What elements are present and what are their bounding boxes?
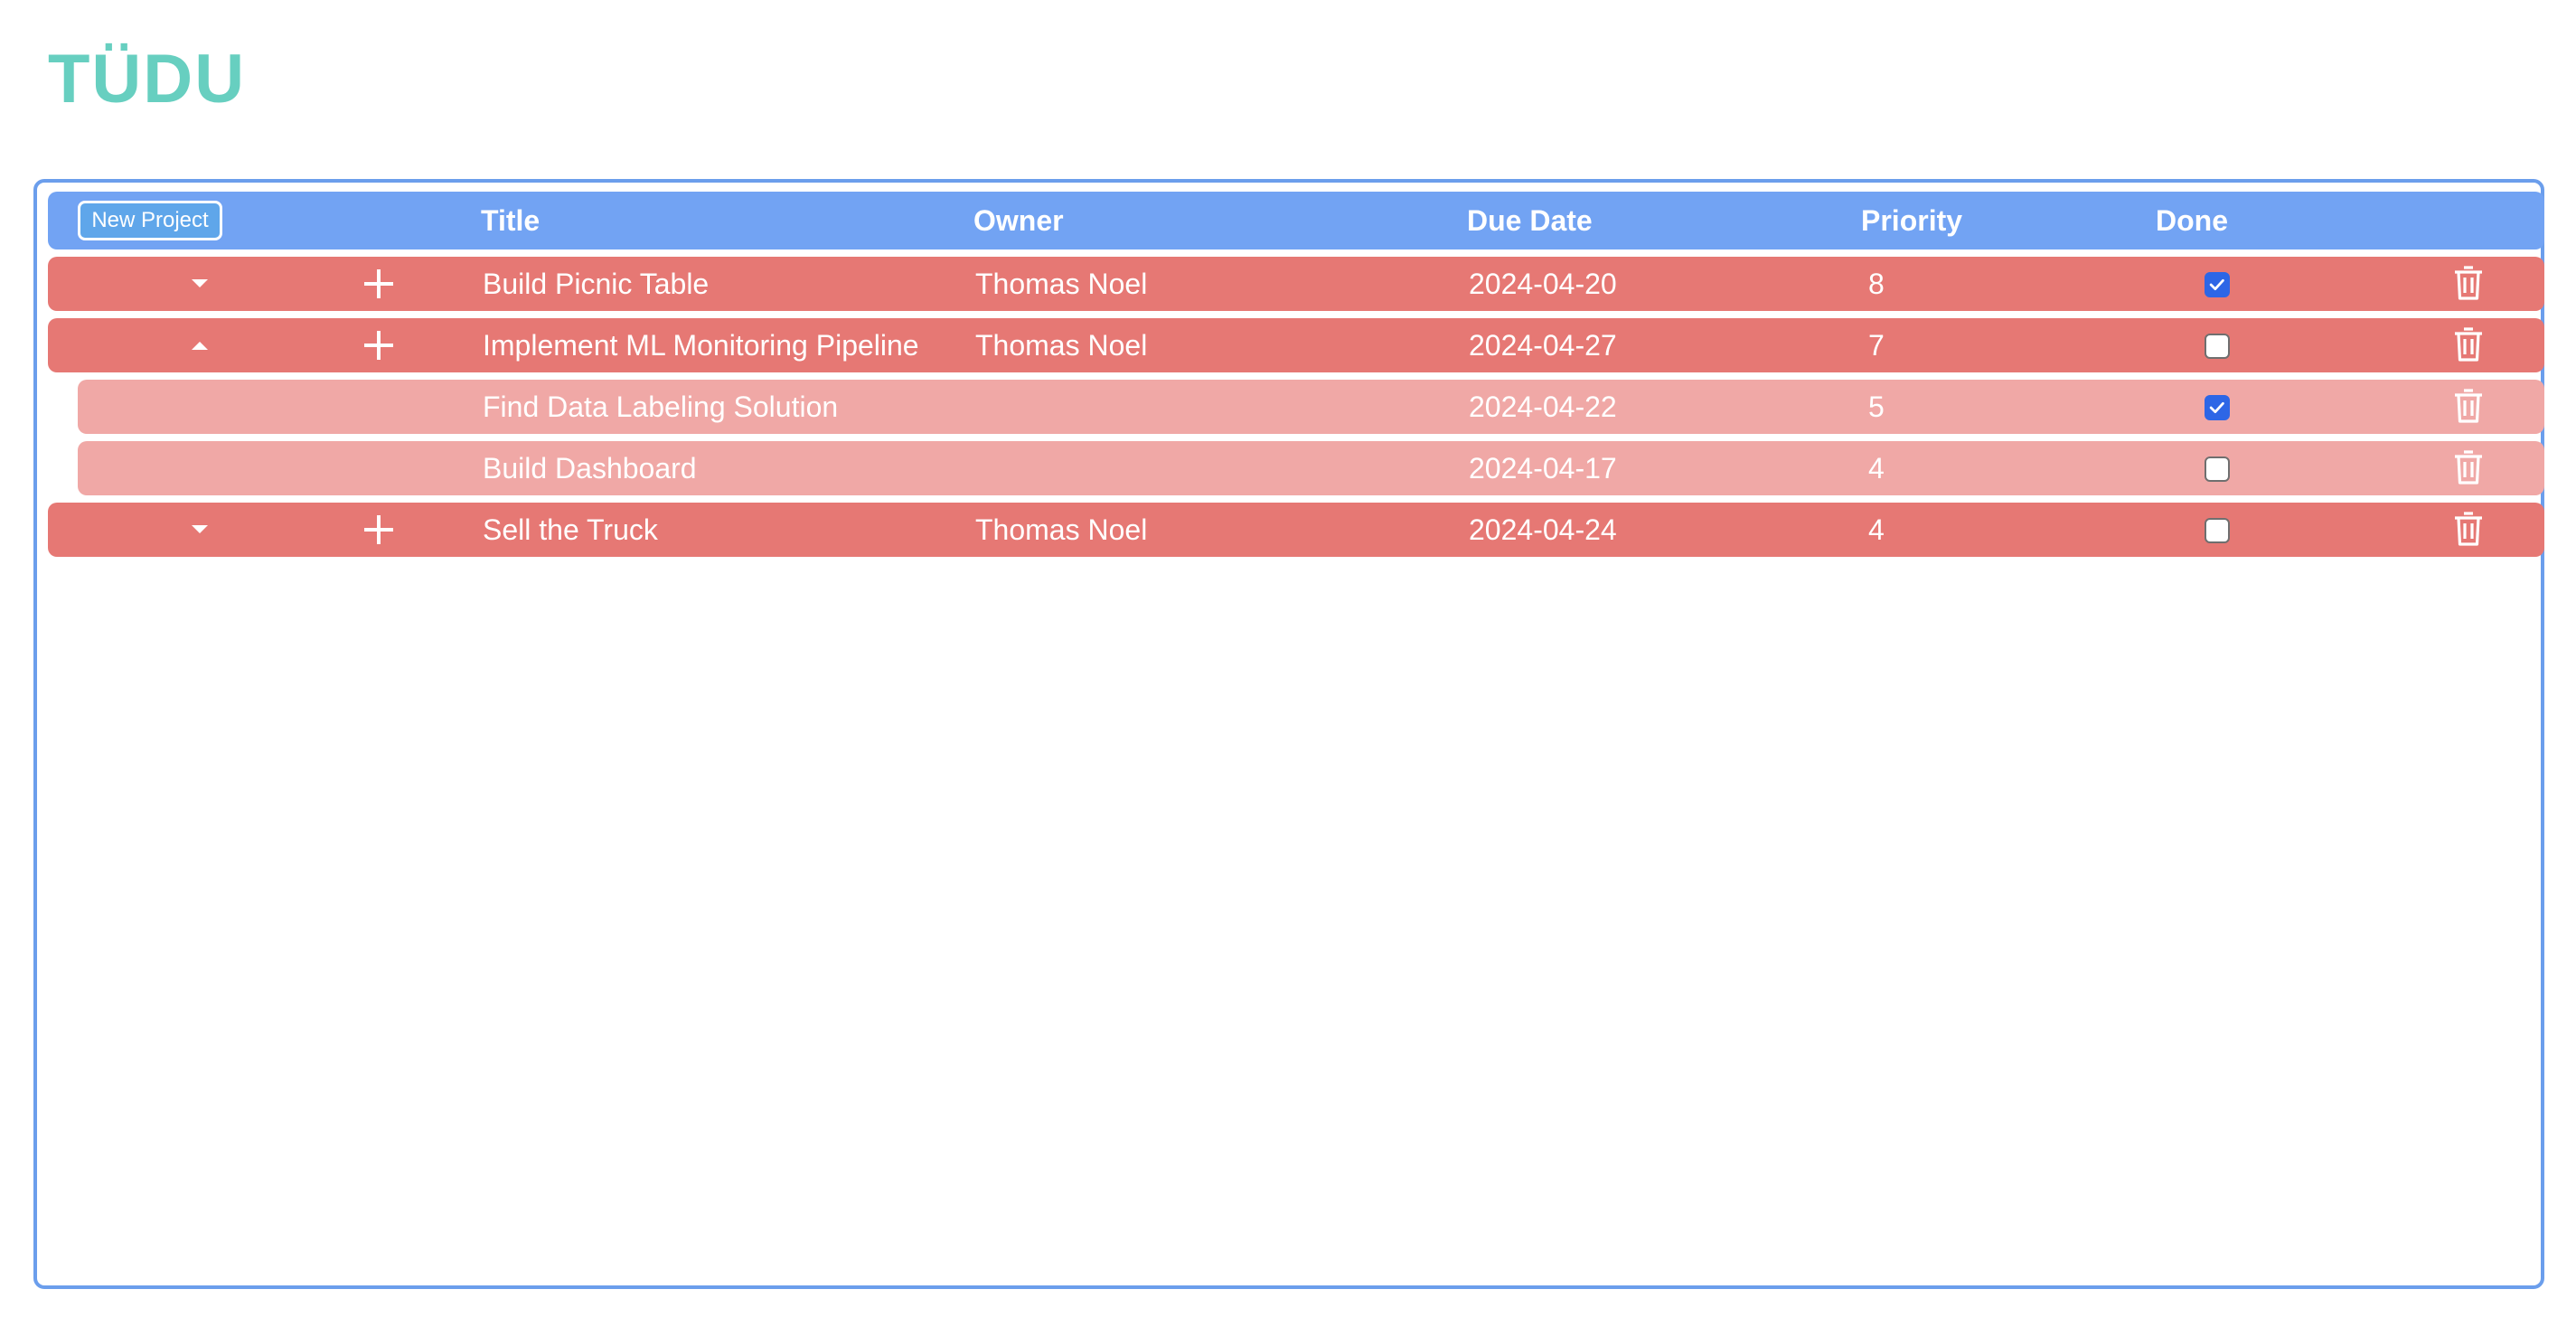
trash-icon[interactable] [2452,326,2485,362]
trash-icon[interactable] [2452,265,2485,301]
title-cell: Find Data Labeling Solution [483,391,839,423]
project-row: Build Picnic Table Thomas Noel 2024-04-20 8 [48,257,2544,311]
owner-cell: Thomas Noel [975,329,1148,362]
app-title: TÜDU [48,41,247,118]
done-checkbox[interactable] [2205,456,2230,482]
chevron-up-icon[interactable] [185,331,214,360]
column-header-title: Title [481,204,541,237]
done-checkbox[interactable] [2205,272,2230,297]
plus-icon[interactable] [359,510,399,550]
column-header-done: Done [2156,204,2228,237]
due-date-cell: 2024-04-27 [1469,329,1617,362]
title-cell: Build Picnic Table [483,268,710,300]
chevron-down-icon[interactable] [185,269,214,298]
table-header: New Project Title Owner Due Date Priorit… [48,192,2544,249]
priority-cell: 4 [1868,452,1885,485]
trash-icon[interactable] [2452,449,2485,485]
project-row: Sell the Truck Thomas Noel 2024-04-24 4 [48,503,2544,557]
task-row: Find Data Labeling Solution 2024-04-22 5 [78,380,2544,434]
due-date-cell: 2024-04-22 [1469,391,1617,423]
column-header-priority: Priority [1861,204,1963,237]
plus-icon[interactable] [359,325,399,365]
priority-cell: 8 [1868,268,1885,300]
title-cell: Build Dashboard [483,452,697,485]
chevron-down-icon[interactable] [185,515,214,544]
trash-icon[interactable] [2452,388,2485,424]
title-cell: Implement ML Monitoring Pipeline [483,329,919,362]
owner-cell: Thomas Noel [975,513,1148,546]
new-project-button[interactable]: New Project [78,201,222,240]
project-row: Implement ML Monitoring Pipeline Thomas N… [48,318,2544,372]
task-row: Build Dashboard 2024-04-17 4 [78,441,2544,495]
owner-cell: Thomas Noel [975,268,1148,300]
priority-cell: 5 [1868,391,1885,423]
done-checkbox[interactable] [2205,518,2230,543]
trash-icon[interactable] [2452,511,2485,547]
priority-cell: 4 [1868,513,1885,546]
due-date-cell: 2024-04-17 [1469,452,1617,485]
plus-icon[interactable] [359,264,399,304]
title-cell: Sell the Truck [483,513,658,546]
done-checkbox[interactable] [2205,395,2230,420]
priority-cell: 7 [1868,329,1885,362]
due-date-cell: 2024-04-24 [1469,513,1617,546]
done-checkbox[interactable] [2205,334,2230,359]
column-header-due-date: Due Date [1467,204,1593,237]
due-date-cell: 2024-04-20 [1469,268,1617,300]
projects-table: New Project Title Owner Due Date Priorit… [33,179,2544,1289]
column-header-owner: Owner [973,204,1064,237]
